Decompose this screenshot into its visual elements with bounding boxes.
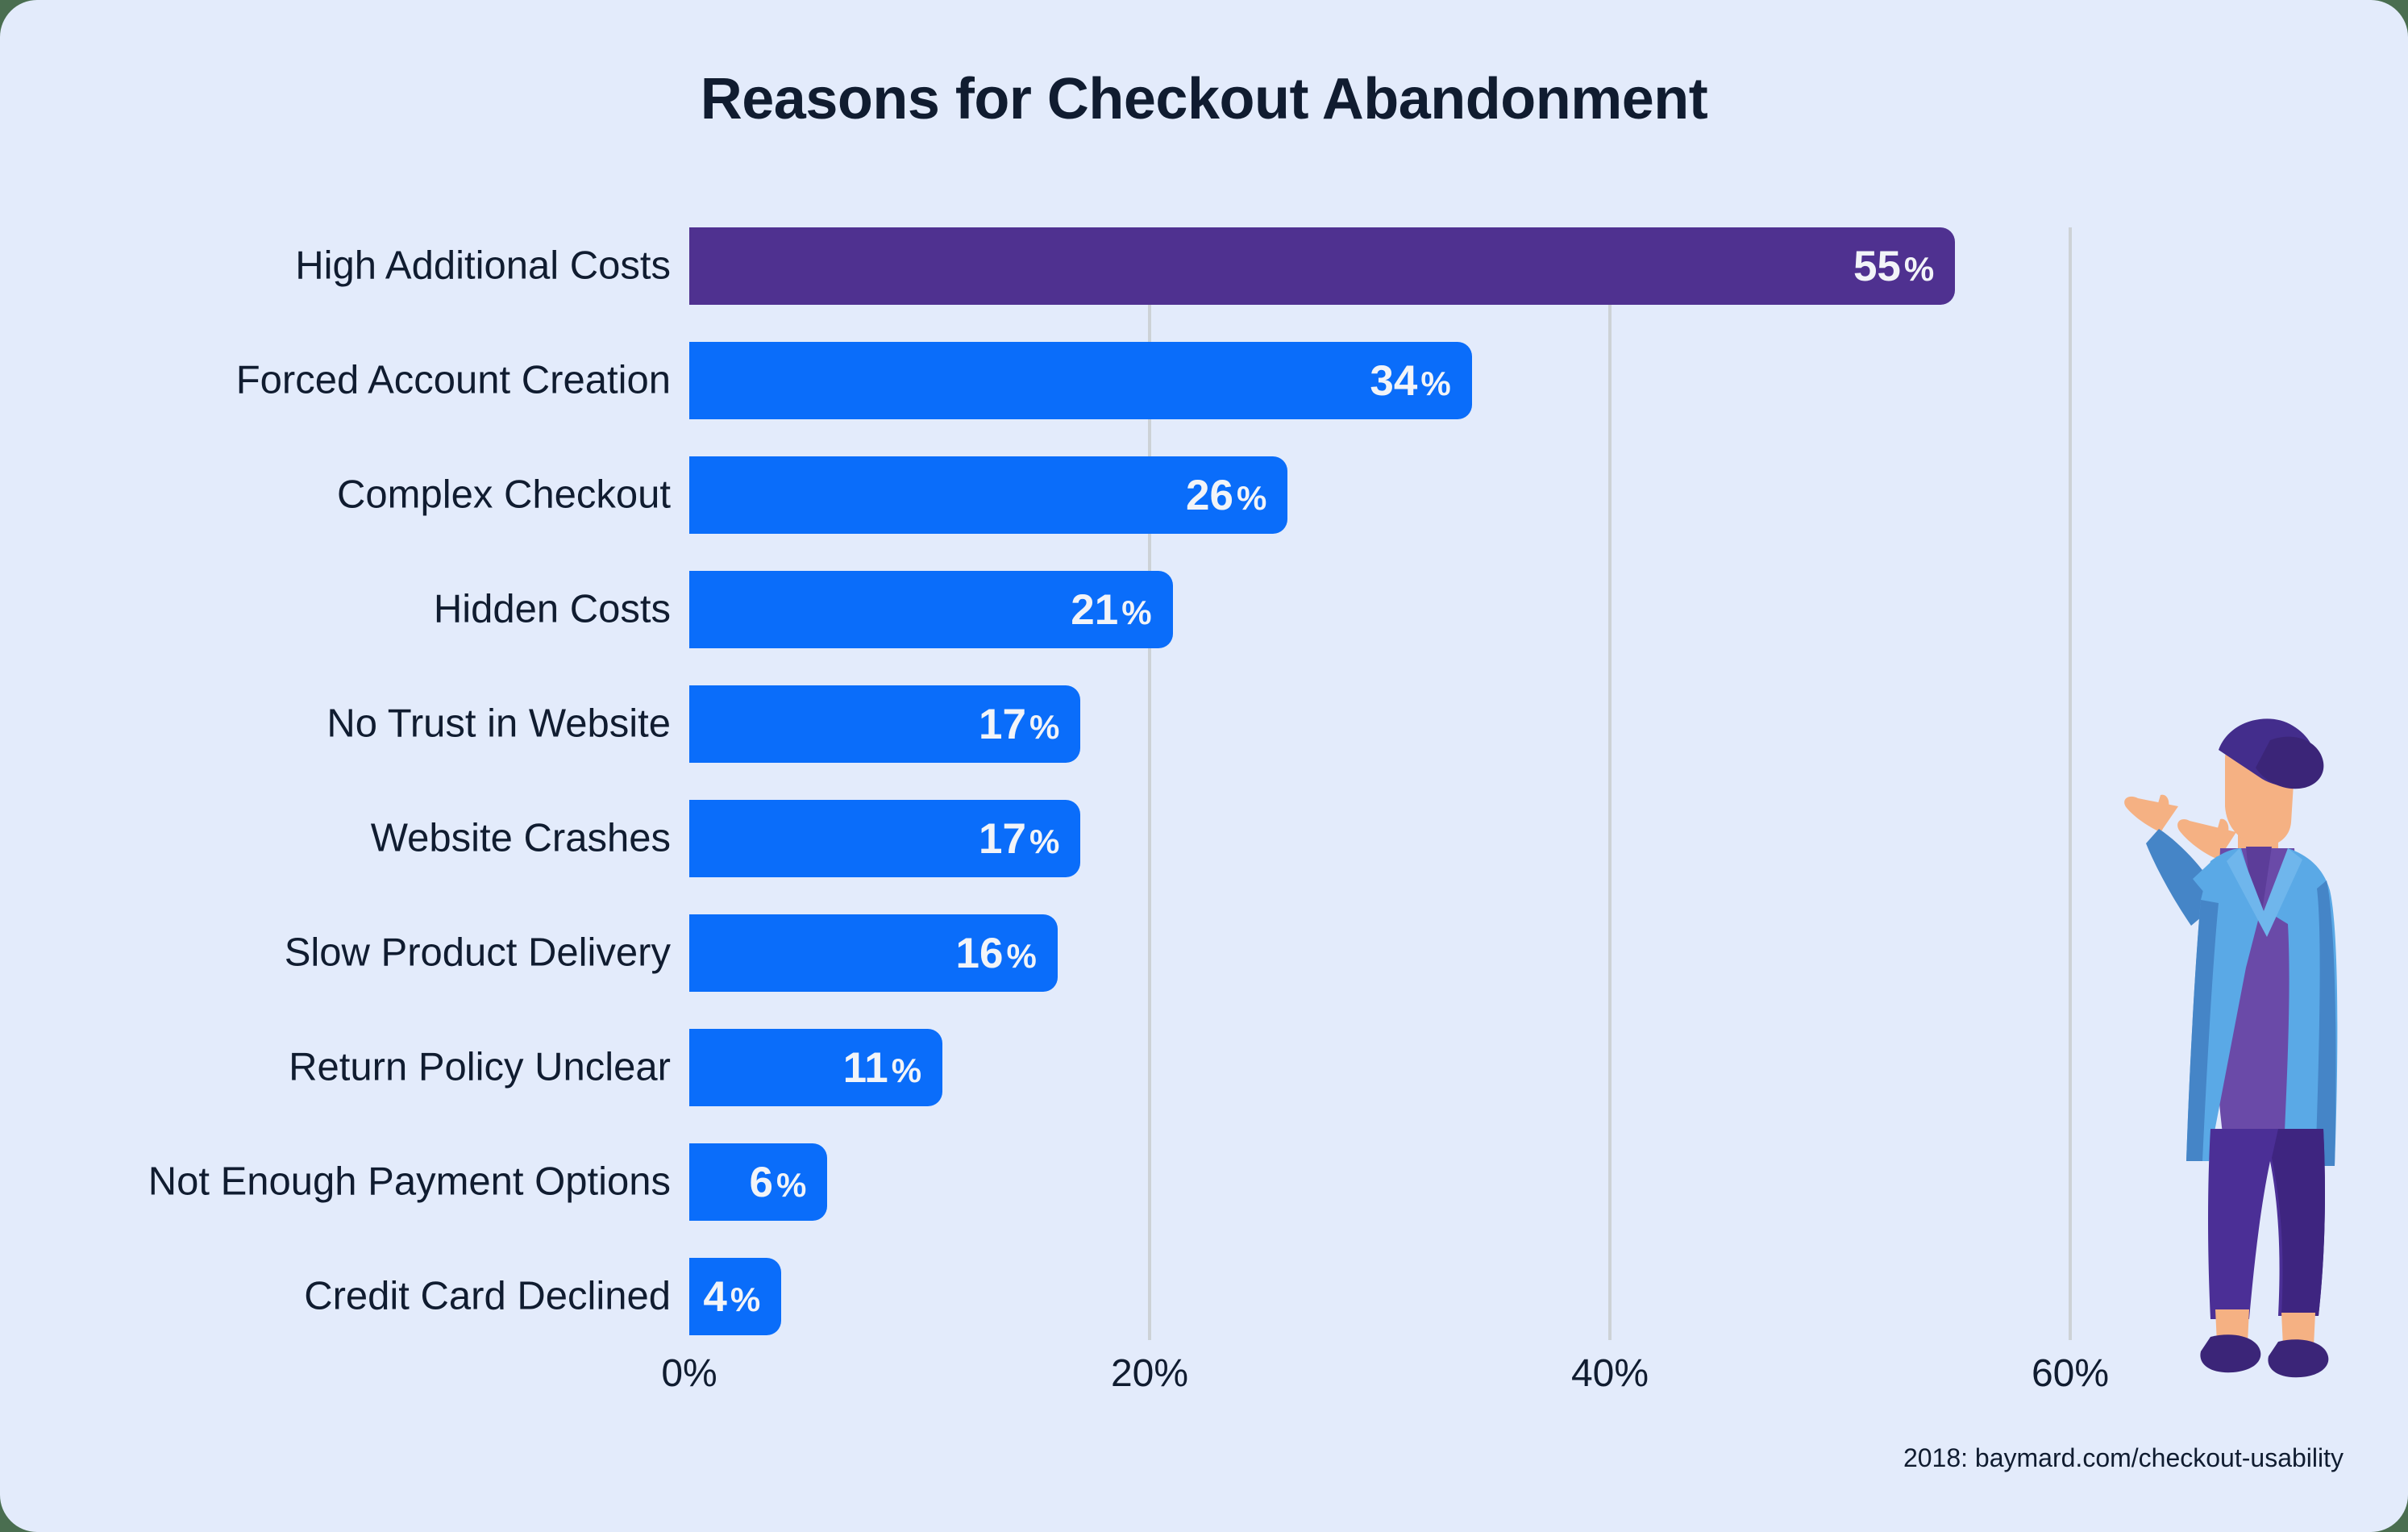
percent-sign: % [1121,593,1152,631]
bar-row[interactable]: Return Policy Unclear 11% [0,1029,2408,1106]
bar-row[interactable]: Slow Product Delivery 16% [0,914,2408,992]
page-title: Reasons for Checkout Abandonment [700,67,1708,131]
bar-row[interactable]: Not Enough Payment Options 6% [0,1143,2408,1221]
bar[interactable]: 4% [689,1258,782,1335]
bar-row[interactable]: Credit Card Declined 4% [0,1258,2408,1335]
bar-value-label: 4% [703,1272,761,1321]
bar-value-label: 17% [979,814,1060,863]
bar-value-label: 11% [842,1043,922,1092]
category-label: No Trust in Website [326,701,671,746]
x-tick-label-0: 0% [661,1352,717,1395]
chart-card: Reasons for Checkout Abandonment High Ad… [0,0,2408,1532]
bar-value-label: 16% [955,929,1037,977]
right-shoe [2268,1339,2329,1378]
bar-value-label: 6% [749,1158,807,1206]
category-label: Slow Product Delivery [284,930,671,975]
standing-person-gesturing-illustration [2088,710,2378,1379]
bar[interactable]: 17% [689,800,1081,877]
percent-sign: % [1029,822,1060,860]
bar[interactable]: 6% [689,1143,828,1221]
bar-value-label: 21% [1071,585,1152,634]
bar[interactable]: 26% [689,456,1288,534]
percent-sign: % [1420,364,1451,402]
category-label: Hidden Costs [433,587,671,631]
bar-value-label: 26% [1185,471,1267,519]
bar-row[interactable]: Complex Checkout 26% [0,456,2408,534]
bar-row[interactable]: Forced Account Creation 34% [0,342,2408,419]
category-label: High Additional Costs [295,244,671,288]
left-shoe [2200,1334,2261,1373]
bar[interactable]: 55% [689,227,1956,305]
category-label: Return Policy Unclear [289,1045,671,1089]
percent-sign: % [1903,249,1935,288]
percent-sign: % [776,1165,807,1204]
percent-sign: % [1029,707,1060,746]
bar[interactable]: 17% [689,685,1081,763]
bar-row[interactable]: Website Crashes 17% [0,800,2408,877]
source-caption: 2018: baymard.com/checkout-usability [1903,1443,2344,1472]
category-label: Forced Account Creation [235,358,671,402]
bar-row[interactable]: No Trust in Website 17% [0,685,2408,763]
bar-row[interactable]: Hidden Costs 21% [0,571,2408,648]
percent-sign: % [891,1051,922,1089]
category-label: Not Enough Payment Options [148,1159,671,1204]
bar[interactable]: 21% [689,571,1173,648]
percent-sign: % [1006,936,1037,975]
percent-sign: % [1236,478,1267,517]
bar[interactable]: 34% [689,342,1472,419]
bar[interactable]: 11% [689,1029,943,1106]
left-hand-shape [2124,796,2178,832]
bar-row[interactable]: High Additional Costs 55% [0,227,2408,305]
bar[interactable]: 16% [689,914,1058,992]
category-label: Complex Checkout [337,473,671,517]
percent-sign: % [730,1280,761,1318]
bar-value-label: 55% [1853,242,1935,290]
x-tick-label-40: 40% [1570,1352,1649,1395]
category-label: Website Crashes [370,816,671,860]
category-label: Credit Card Declined [304,1274,671,1318]
bar-value-label: 34% [1370,356,1451,405]
bar-value-label: 17% [979,700,1060,748]
x-tick-label-20: 20% [1110,1352,1189,1395]
